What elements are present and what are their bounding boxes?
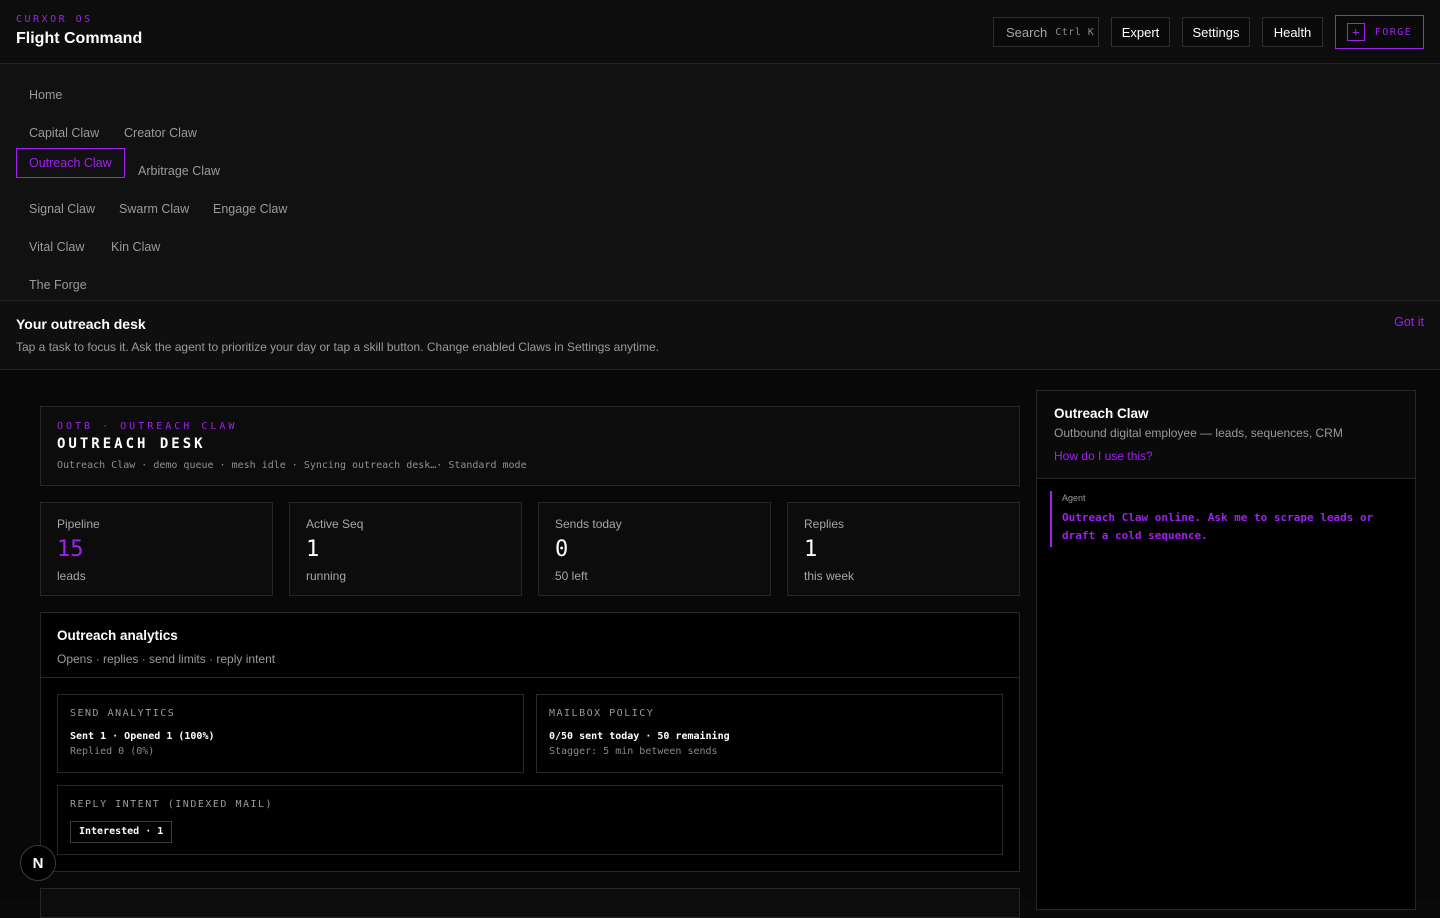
stat-label: Pipeline bbox=[57, 517, 100, 531]
nav-item-kin-claw[interactable]: Kin Claw bbox=[99, 233, 172, 261]
desk-title: OUTREACH DESK bbox=[57, 436, 206, 452]
help-link[interactable]: How do I use this? bbox=[1054, 449, 1153, 463]
brand-supertitle: CURXOR OS bbox=[16, 14, 93, 25]
nav-item-home[interactable]: Home bbox=[17, 81, 74, 109]
intent-chip-interested[interactable]: Interested · 1 bbox=[70, 821, 173, 843]
stat-sub: running bbox=[306, 569, 347, 583]
settings-button[interactable]: Settings bbox=[1182, 17, 1250, 47]
desk-supertitle: OOTB · OUTREACH CLAW bbox=[57, 421, 238, 432]
stat-card-active-seq: Active Seq 1 running bbox=[289, 502, 522, 596]
app-title: Flight Command bbox=[16, 30, 143, 47]
health-button[interactable]: Health bbox=[1262, 17, 1323, 47]
agent-panel-subtitle: Outbound digital employee — leads, seque… bbox=[1054, 426, 1343, 440]
analytics-header: Outreach analytics Opens · replies · sen… bbox=[41, 613, 1019, 678]
nav-item-arbitrage-claw[interactable]: Arbitrage Claw bbox=[126, 157, 232, 185]
reply-stats: Replied 0 (0%) bbox=[70, 746, 155, 757]
forge-label: FORGE bbox=[1374, 26, 1413, 38]
nav-item-vital-claw[interactable]: Vital Claw bbox=[17, 233, 96, 261]
stat-label: Sends today bbox=[555, 517, 622, 531]
nav-item-creator-claw[interactable]: Creator Claw bbox=[112, 119, 209, 147]
top-header: CURXOR OS Flight Command Search Ctrl K E… bbox=[0, 0, 1440, 64]
notice-title: Your outreach desk bbox=[16, 316, 146, 332]
nav-item-signal-claw[interactable]: Signal Claw bbox=[17, 195, 107, 223]
notice-text: Tap a task to focus it. Ask the agent to… bbox=[16, 340, 660, 354]
intro-notice: Your outreach desk Tap a task to focus i… bbox=[0, 301, 1440, 370]
desk-header: OOTB · OUTREACH CLAW OUTREACH DESK Outre… bbox=[40, 406, 1020, 486]
analytics-title: Outreach analytics bbox=[57, 628, 178, 643]
agent-panel-title: Outreach Claw bbox=[1054, 406, 1149, 421]
nav-item-engage-claw[interactable]: Engage Claw bbox=[201, 195, 299, 223]
got-it-link[interactable]: Got it bbox=[1394, 315, 1424, 329]
message-text: Outreach Claw online. Ask me to scrape l… bbox=[1062, 511, 1374, 542]
message-role: Agent bbox=[1062, 493, 1086, 503]
stat-value: 1 bbox=[804, 537, 818, 562]
card-label: SEND ANALYTICS bbox=[70, 708, 176, 719]
next-section-card bbox=[40, 888, 1020, 918]
stat-value: 0 bbox=[555, 537, 569, 562]
stat-label: Active Seq bbox=[306, 517, 364, 531]
nav-item-the-forge[interactable]: The Forge bbox=[17, 271, 99, 299]
stat-sub: 50 left bbox=[555, 569, 588, 583]
n-logo-button[interactable]: N bbox=[20, 845, 56, 881]
search-button[interactable]: Search Ctrl K bbox=[993, 17, 1099, 47]
stat-card-replies: Replies 1 this week bbox=[787, 502, 1020, 596]
agent-panel: Outreach Claw Outbound digital employee … bbox=[1036, 390, 1416, 910]
sent-today-stats: 0/50 sent today · 50 remaining bbox=[549, 731, 730, 742]
stat-sub: this week bbox=[804, 569, 855, 583]
analytics-subtitle: Opens · replies · send limits · reply in… bbox=[57, 652, 276, 666]
desk-status-line: Outreach Claw · demo queue · mesh idle ·… bbox=[57, 460, 527, 471]
outreach-analytics-panel: Outreach analytics Opens · replies · sen… bbox=[40, 612, 1020, 872]
stat-card-pipeline: Pipeline 15 leads bbox=[40, 502, 273, 596]
nav-item-outreach-claw[interactable]: Outreach Claw bbox=[16, 148, 125, 178]
claw-navigation: Home Capital Claw Creator Claw Outreach … bbox=[0, 64, 1440, 301]
agent-message: Agent Outreach Claw online. Ask me to sc… bbox=[1050, 491, 1390, 547]
stat-card-sends-today: Sends today 0 50 left bbox=[538, 502, 771, 596]
reply-intent-card: REPLY INTENT (INDEXED MAIL) Interested ·… bbox=[57, 785, 1003, 855]
plus-icon: + bbox=[1346, 23, 1365, 41]
search-label: Search bbox=[1006, 24, 1048, 40]
card-label: MAILBOX POLICY bbox=[549, 708, 655, 719]
card-label: REPLY INTENT (INDEXED MAIL) bbox=[70, 799, 274, 810]
stat-value: 1 bbox=[306, 537, 320, 562]
nav-item-capital-claw[interactable]: Capital Claw bbox=[17, 119, 111, 147]
send-stats: Sent 1 · Opened 1 (100%) bbox=[70, 731, 215, 742]
send-analytics-card: SEND ANALYTICS Sent 1 · Opened 1 (100%) … bbox=[57, 694, 524, 773]
stat-sub: leads bbox=[57, 569, 86, 583]
expert-button[interactable]: Expert bbox=[1111, 17, 1170, 47]
stagger-policy: Stagger: 5 min between sends bbox=[549, 746, 718, 757]
nav-item-swarm-claw[interactable]: Swarm Claw bbox=[107, 195, 201, 223]
main-content: OOTB · OUTREACH CLAW OUTREACH DESK Outre… bbox=[0, 370, 1440, 918]
search-shortcut: Ctrl K bbox=[1055, 26, 1095, 38]
stat-value: 15 bbox=[57, 537, 84, 562]
forge-button[interactable]: + FORGE bbox=[1335, 15, 1424, 49]
agent-panel-header: Outreach Claw Outbound digital employee … bbox=[1037, 391, 1415, 479]
mailbox-policy-card: MAILBOX POLICY 0/50 sent today · 50 rema… bbox=[536, 694, 1003, 773]
stat-label: Replies bbox=[804, 517, 845, 531]
